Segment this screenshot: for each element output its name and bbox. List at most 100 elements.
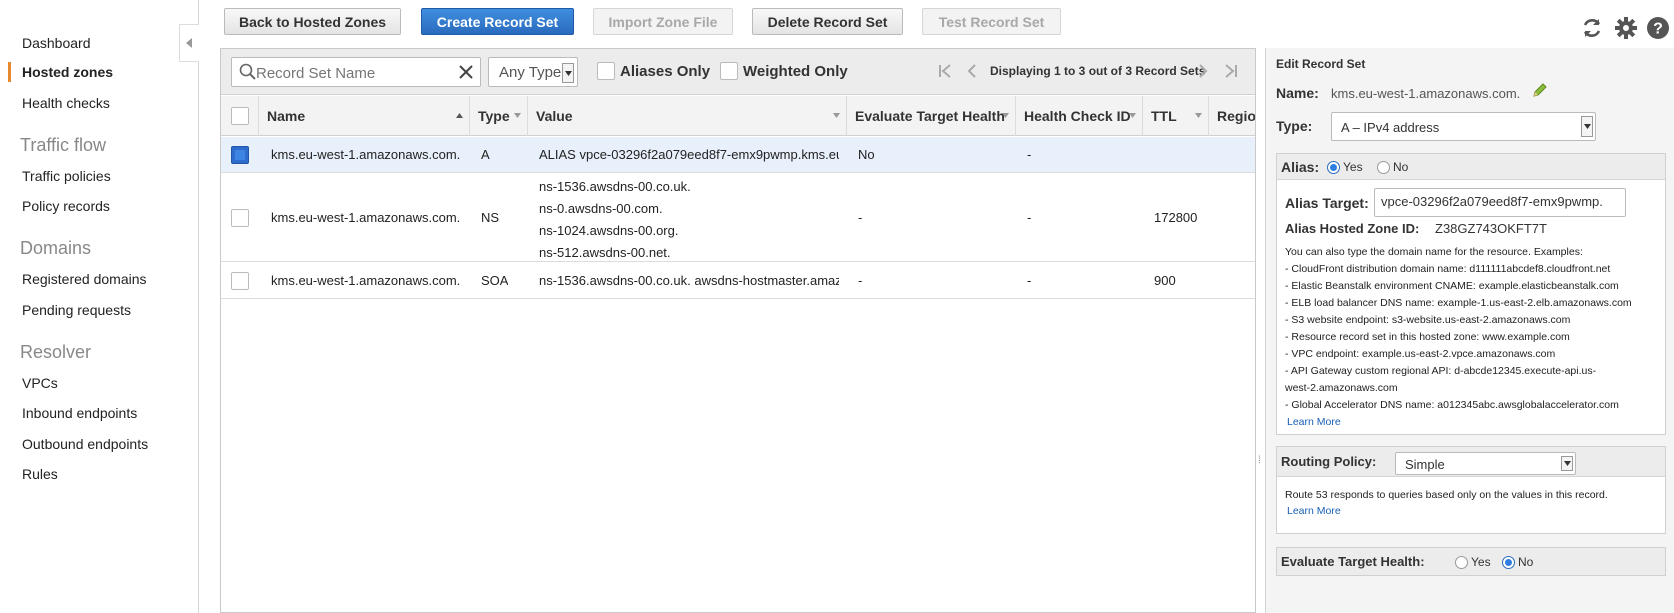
sort-icon — [1195, 113, 1202, 118]
sidebar-item-policy-records[interactable]: Policy records — [22, 198, 110, 214]
record-ttl: 172800 — [1154, 210, 1198, 225]
column-header-eth-label: Evaluate Target Health — [855, 108, 1005, 124]
sidebar-item-vpcs[interactable]: VPCs — [22, 375, 58, 391]
eth-no-label: No — [1518, 555, 1534, 569]
filter-bar: Any Type Aliases Only Weighted Only Disp… — [221, 49, 1255, 95]
section-domains: Domains — [20, 238, 92, 258]
sidebar-item-hosted-zones[interactable]: Hosted zones — [22, 64, 113, 80]
select-all-checkbox[interactable] — [231, 107, 249, 125]
alias-target-input[interactable]: vpce-03296f2a079eed8f7-emx9pwmp. — [1374, 188, 1626, 217]
pager-status: Displaying 1 to 3 out of 3 Record Sets — [990, 64, 1206, 78]
column-header-region-label: Regio — [1217, 108, 1256, 124]
row-checkbox[interactable] — [231, 272, 249, 290]
refresh-icon[interactable] — [1580, 16, 1604, 40]
search-box[interactable] — [231, 57, 481, 87]
svg-text:?: ? — [1653, 21, 1663, 38]
routing-learn-more-link[interactable]: Learn More — [1287, 505, 1341, 517]
alias-help-line: - S3 website endpoint: s3-website.us-eas… — [1285, 314, 1571, 326]
alias-help-line: - Elastic Beanstalk environment CNAME: e… — [1285, 280, 1619, 292]
sidebar-item-traffic-policies[interactable]: Traffic policies — [22, 168, 111, 184]
eth-yes-radio[interactable] — [1455, 556, 1468, 569]
record-value: ALIAS vpce-03296f2a079eed8f7-emx9pwmp.km… — [539, 147, 839, 162]
column-header-ttl-label: TTL — [1151, 108, 1177, 124]
last-page-icon[interactable] — [1223, 63, 1239, 79]
gear-icon[interactable] — [1614, 16, 1638, 40]
sidebar-item-registered-domains[interactable]: Registered domains — [22, 271, 147, 287]
active-indicator — [8, 62, 11, 82]
alias-no-radio[interactable] — [1377, 161, 1390, 174]
sidebar: Dashboard Hosted zones Health checks Tra… — [0, 0, 199, 613]
import-zone-file-button[interactable]: Import Zone File — [593, 8, 733, 35]
column-header-value[interactable]: Value — [528, 96, 847, 136]
sidebar-collapse-button[interactable] — [179, 24, 199, 62]
back-to-hosted-zones-button[interactable]: Back to Hosted Zones — [224, 8, 401, 35]
type-label: Type: — [1276, 118, 1313, 134]
alias-learn-more-link[interactable]: Learn More — [1287, 416, 1341, 428]
sidebar-item-health-checks[interactable]: Health checks — [22, 95, 110, 111]
select-all-cell — [221, 96, 259, 136]
table-row[interactable]: kms.eu-west-1.amazonaws.com. NS ns-1536.… — [221, 174, 1255, 262]
record-ttl: 900 — [1154, 273, 1176, 288]
alias-help-line: - CloudFront distribution domain name: d… — [1285, 263, 1611, 275]
record-evaluate-target-health: - — [858, 273, 863, 288]
help-icon[interactable]: ? — [1646, 16, 1670, 40]
eth-yes-label: Yes — [1471, 555, 1491, 569]
table-row[interactable]: kms.eu-west-1.amazonaws.com. A ALIAS vpc… — [221, 137, 1255, 173]
sidebar-item-dashboard[interactable]: Dashboard — [22, 35, 91, 51]
record-health-check-id: - — [1027, 273, 1032, 288]
next-page-icon[interactable] — [1197, 63, 1209, 79]
test-record-set-button[interactable]: Test Record Set — [922, 8, 1061, 35]
alias-header: Alias: Yes No — [1277, 154, 1665, 180]
clear-search-icon[interactable] — [458, 64, 474, 80]
alias-hosted-zone-id-value: Z38GZ743OKFT7T — [1435, 221, 1547, 236]
sidebar-item-outbound-endpoints[interactable]: Outbound endpoints — [22, 436, 148, 452]
column-header-region[interactable]: Regio — [1209, 96, 1256, 136]
dropdown-arrow-icon — [562, 63, 574, 83]
routing-policy-select[interactable]: Simple — [1395, 452, 1576, 475]
column-header-ttl[interactable]: TTL — [1143, 96, 1209, 136]
search-icon — [239, 63, 256, 80]
row-checkbox[interactable] — [231, 209, 249, 227]
sort-ascending-icon — [456, 113, 463, 118]
record-evaluate-target-health: - — [858, 210, 863, 225]
column-header-health-check-id[interactable]: Health Check ID — [1016, 96, 1143, 136]
weighted-only-label: Weighted Only — [743, 63, 848, 80]
column-header-type[interactable]: Type — [470, 96, 528, 136]
evaluate-target-health-label: Evaluate Target Health: — [1281, 554, 1425, 569]
type-filter-value: Any Type — [499, 64, 562, 81]
type-filter-select[interactable]: Any Type — [488, 57, 578, 87]
column-header-hcid-label: Health Check ID — [1024, 108, 1131, 124]
edit-pencil-icon[interactable] — [1532, 82, 1548, 98]
first-page-icon[interactable] — [937, 63, 953, 79]
delete-record-set-button[interactable]: Delete Record Set — [752, 8, 903, 35]
table-row[interactable]: kms.eu-west-1.amazonaws.com. SOA ns-1536… — [221, 263, 1255, 299]
column-header-evaluate-target-health[interactable]: Evaluate Target Health — [847, 96, 1016, 136]
alias-yes-radio[interactable] — [1327, 161, 1340, 174]
name-value: kms.eu-west-1.amazonaws.com. — [1331, 86, 1521, 101]
sidebar-item-rules[interactable]: Rules — [22, 466, 58, 482]
aliases-only-checkbox[interactable] — [597, 62, 615, 80]
row-checkbox[interactable] — [231, 146, 249, 164]
alias-section: Alias: Yes No Alias Target: vpce-03296f2… — [1276, 153, 1666, 435]
alias-no-label: No — [1393, 160, 1409, 174]
alias-yes-label: Yes — [1343, 160, 1363, 174]
record-value-line: ns-0.awsdns-00.com. — [539, 201, 663, 216]
previous-page-icon[interactable] — [966, 63, 978, 79]
alias-help-intro: You can also type the domain name for th… — [1285, 246, 1583, 258]
record-value: ns-1536.awsdns-00.co.uk. awsdns-hostmast… — [539, 273, 839, 288]
sidebar-item-inbound-endpoints[interactable]: Inbound endpoints — [22, 405, 137, 421]
panel-resize-handle[interactable]: ⁞ — [1258, 455, 1261, 466]
search-input[interactable] — [256, 62, 466, 84]
create-record-set-button[interactable]: Create Record Set — [421, 8, 574, 35]
alias-help-line: - API Gateway custom regional API: d-abc… — [1285, 365, 1597, 377]
column-header-name[interactable]: Name — [259, 96, 470, 136]
record-type-select[interactable]: A – IPv4 address — [1331, 112, 1596, 141]
alias-target-label: Alias Target: — [1285, 195, 1369, 211]
routing-policy-header: Routing Policy: Simple — [1277, 447, 1665, 477]
name-label: Name: — [1276, 85, 1319, 101]
eth-no-radio[interactable] — [1502, 556, 1515, 569]
routing-policy-section: Routing Policy: Simple Route 53 responds… — [1276, 446, 1666, 534]
sidebar-item-pending-requests[interactable]: Pending requests — [22, 302, 131, 318]
alias-label: Alias: — [1281, 159, 1320, 175]
weighted-only-checkbox[interactable] — [720, 62, 738, 80]
